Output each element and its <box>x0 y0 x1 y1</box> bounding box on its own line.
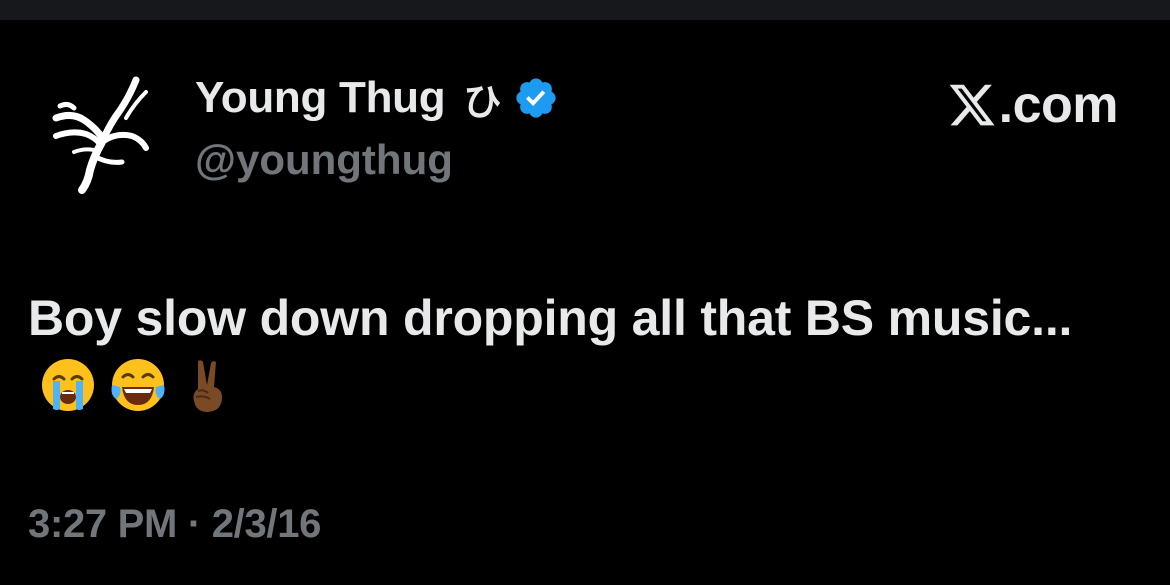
spider-lily-logo-icon <box>52 76 149 194</box>
victory-hand-icon <box>178 355 238 415</box>
user-handle[interactable]: @youngthug <box>195 136 453 184</box>
tweet-text: Boy slow down dropping all that BS music… <box>28 282 1128 426</box>
top-bar <box>0 0 1170 20</box>
profile-avatar[interactable] <box>38 70 166 198</box>
display-name[interactable]: Young Thug <box>195 73 446 123</box>
display-name-symbol: ひ <box>463 79 502 124</box>
tweet-text-body: Boy slow down dropping all that BS music… <box>28 290 1073 346</box>
x-logo-icon <box>949 84 995 126</box>
face-with-tears-of-joy-icon <box>108 355 168 415</box>
verified-badge-icon[interactable] <box>513 75 559 121</box>
display-name-row: Young Thug ひ <box>195 70 559 126</box>
brand-logo[interactable]: .com <box>947 76 1119 134</box>
loudly-crying-face-icon <box>38 355 98 415</box>
brand-logo-suffix: .com <box>998 76 1119 134</box>
tweet-timestamp[interactable]: 3:27 PM · 2/3/16 <box>28 502 321 547</box>
